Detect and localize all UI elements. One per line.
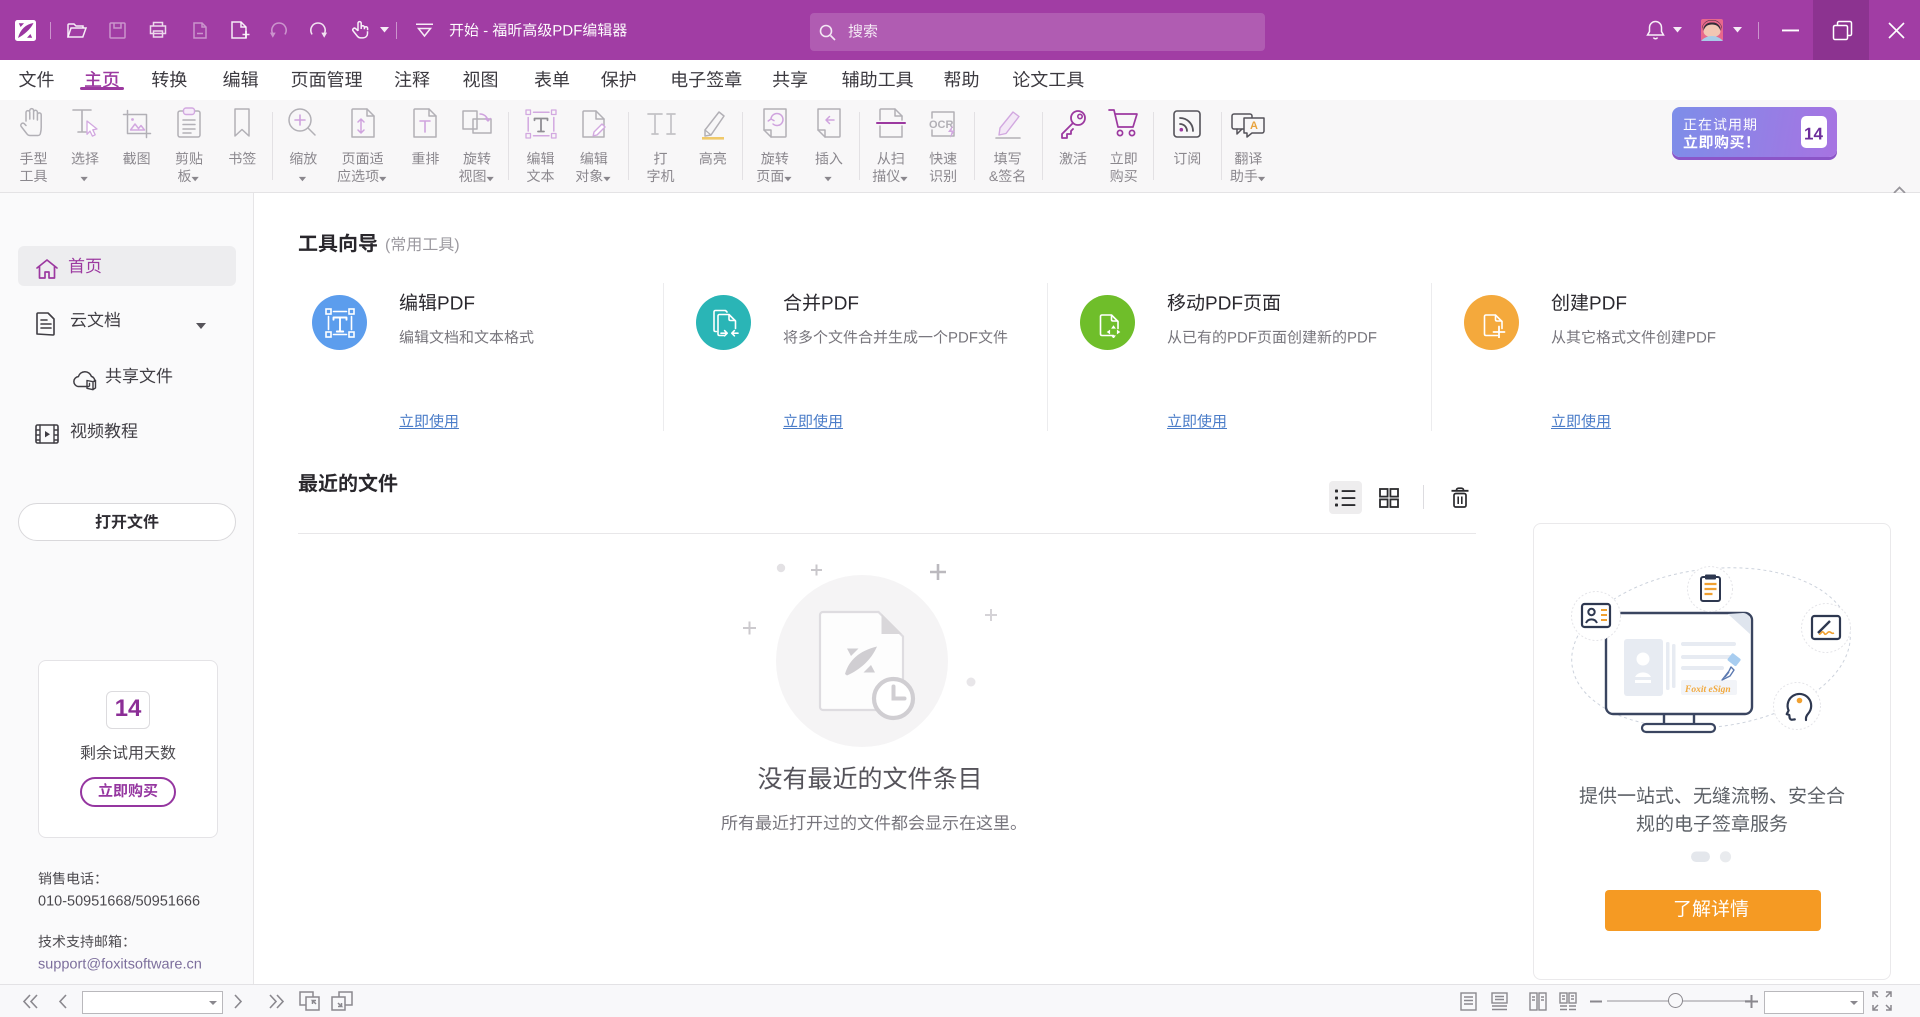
svg-text:Foxit eSign: Foxit eSign bbox=[1684, 685, 1731, 695]
svg-text:A: A bbox=[1250, 120, 1258, 132]
svg-text:OCR: OCR bbox=[929, 119, 954, 131]
